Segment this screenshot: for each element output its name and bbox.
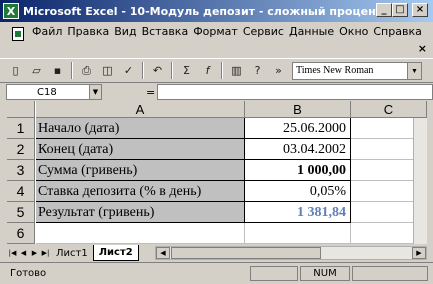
toolbar-separator [221,62,223,79]
cell-a6[interactable] [36,223,245,244]
column-header-a[interactable]: A [36,101,245,118]
menu-tools[interactable]: Сервис [243,24,284,39]
autosum-icon[interactable]: Σ [177,61,196,80]
status-num-lock: NUM [300,266,350,281]
cell-a3[interactable]: Сумма (гривень) [36,160,245,181]
status-panel [250,266,298,281]
scroll-thumb[interactable] [171,247,321,259]
close-button[interactable]: × [412,3,428,17]
row-header[interactable]: 4 [7,181,35,202]
row-header[interactable]: 3 [7,160,35,181]
menu-help[interactable]: Справка [373,24,421,39]
vertical-scrollbar[interactable] [413,118,427,244]
cell-b3[interactable]: 1 000,00 [245,160,351,181]
status-panel [352,266,428,281]
cell-reference: C18 [37,86,57,98]
next-sheet-icon[interactable]: ▶ [29,246,40,260]
menu-insert[interactable]: Вставка [142,24,189,39]
first-sheet-icon[interactable]: |◀ [7,246,18,260]
spelling-icon[interactable]: ✓ [119,61,138,80]
last-sheet-icon[interactable]: ▶| [40,246,51,260]
chevron-down-icon[interactable]: ▼ [407,62,421,79]
print-preview-icon[interactable]: ◫ [98,61,117,80]
toolbar-options-icon[interactable]: » [269,61,288,80]
scroll-left-icon[interactable]: ◀ [156,247,170,259]
column-header-c[interactable]: C [351,101,427,118]
document-icon[interactable] [12,27,24,41]
new-icon[interactable]: ▯ [6,61,25,80]
save-icon[interactable]: ▪ [48,61,67,80]
row-header[interactable]: 2 [7,139,35,160]
minimize-button[interactable]: _ [376,3,392,17]
chart-wizard-icon[interactable]: ▥ [227,61,246,80]
cell-b2[interactable]: 03.04.2002 [245,139,351,160]
function-icon[interactable]: f [198,61,217,80]
horizontal-scrollbar[interactable]: ◀ ▶ [155,246,427,260]
menu-file[interactable]: Файл [32,24,62,39]
cell-a4[interactable]: Ставка депозита (% в день) [36,181,245,202]
select-all-corner[interactable] [7,101,35,118]
open-icon[interactable]: ▱ [27,61,46,80]
menu-edit[interactable]: Правка [67,24,109,39]
name-box[interactable]: C18 ▼ [6,84,102,100]
sheet-tab-1[interactable]: Лист1 [51,245,93,261]
maximize-button[interactable]: □ [392,3,408,17]
cell-a1[interactable]: Начало (дата) [36,118,245,139]
menu-data[interactable]: Данные [289,24,334,39]
menu-view[interactable]: Вид [114,24,136,39]
cell-b1[interactable]: 25.06.2000 [245,118,351,139]
cell-b5[interactable]: 1 381,84 [245,202,351,223]
formula-equals-icon[interactable]: = [146,86,155,99]
cell-a5[interactable]: Результат (гривень) [36,202,245,223]
cell-b4[interactable]: 0,05% [245,181,351,202]
print-icon[interactable]: ⎙ [77,61,96,80]
font-name-select[interactable]: Times New Roman ▼ [292,61,422,80]
spreadsheet-grid: A B C 1 Начало (дата) 25.06.2000 2 Конец… [7,101,427,244]
chevron-down-icon[interactable]: ▼ [89,85,101,99]
column-header-b[interactable]: B [245,101,351,118]
excel-app-icon[interactable]: X [3,3,19,19]
status-ready: Готово [10,268,47,279]
row-header[interactable]: 5 [7,202,35,223]
row-header[interactable]: 6 [7,223,35,244]
help-icon[interactable]: ? [248,61,267,80]
cell-a2[interactable]: Конец (дата) [36,139,245,160]
menu-format[interactable]: Формат [193,24,238,39]
standard-toolbar: ▯ ▱ ▪ ⎙ ◫ ✓ ↶ Σ f ▥ ? » Times New Roman … [0,58,433,83]
window-title: Microsoft Excel - 10-Модуль депозит - сл… [23,4,383,18]
toolbar-separator [71,62,73,79]
cell-b6[interactable] [245,223,351,244]
menu-window[interactable]: Окно [339,24,368,39]
row-header[interactable]: 1 [7,118,35,139]
toolbar-separator [171,62,173,79]
formula-input[interactable] [157,84,433,100]
title-bar: X Microsoft Excel - 10-Модуль депозит - … [0,0,433,22]
document-close-button[interactable]: × [418,42,427,55]
font-name-value: Times New Roman [296,65,374,76]
status-bar: Готово NUM [0,262,433,284]
scroll-right-icon[interactable]: ▶ [412,247,426,259]
undo-icon[interactable]: ↶ [148,61,167,80]
sheet-tab-2[interactable]: Лист2 [92,245,139,261]
sheet-tab-bar: |◀ ◀ ▶ ▶| Лист1 Лист2 ◀ ▶ [7,244,427,262]
menu-bar: Файл Правка Вид Вставка Формат Сервис Да… [0,22,433,58]
formula-bar: C18 ▼ = [0,83,433,101]
prev-sheet-icon[interactable]: ◀ [18,246,29,260]
toolbar-separator [142,62,144,79]
